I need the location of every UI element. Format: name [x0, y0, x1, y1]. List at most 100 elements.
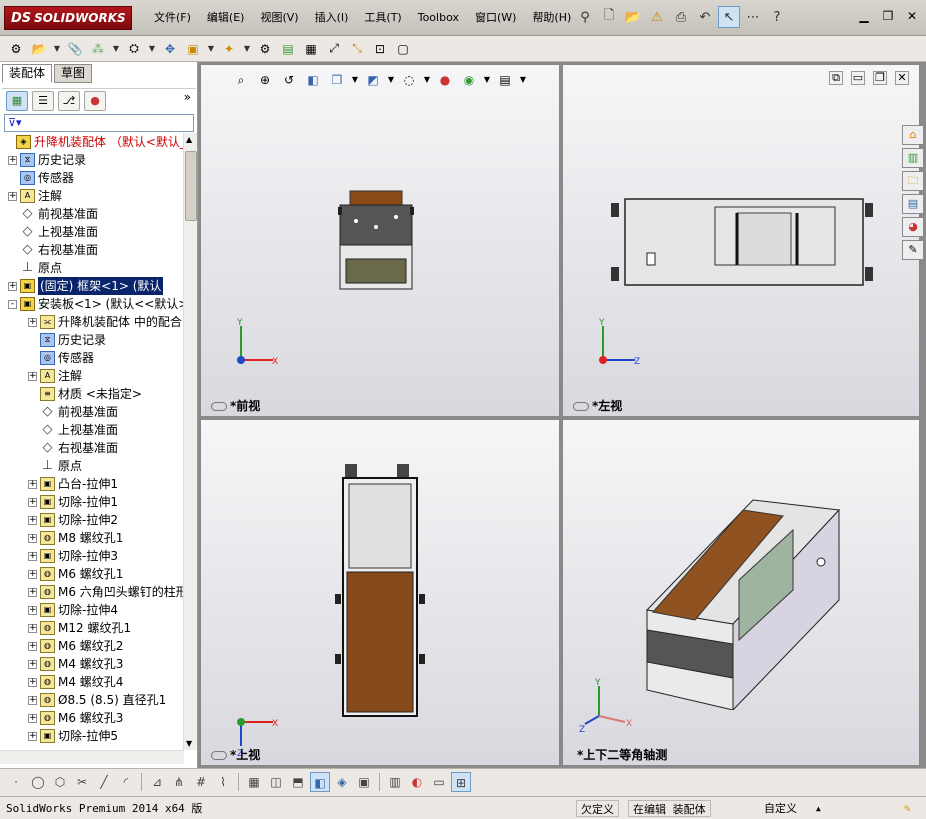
undo-icon[interactable]: ↶ [694, 6, 716, 28]
tree-item[interactable]: ◎ 传感器 [0, 349, 184, 367]
smart-fastener-icon[interactable]: ⛭ [124, 39, 144, 59]
edit-appearance-icon[interactable]: ● [435, 71, 455, 89]
link-views-icon[interactable]: ⧉ [829, 71, 843, 85]
expand-icon[interactable]: + [28, 714, 37, 723]
expand-icon[interactable]: + [28, 696, 37, 705]
tree-item[interactable]: + ◍ Ø8.5 (8.5) 直径孔1 [0, 691, 184, 709]
units-menu-icon[interactable]: ▲ [812, 800, 825, 817]
design-library-icon[interactable]: ▥ [902, 148, 924, 168]
scroll-down-icon[interactable]: ▼ [186, 739, 192, 748]
explode-line-icon[interactable]: ⤡ [347, 39, 367, 59]
featuremanager-icon[interactable]: ▦ [6, 90, 28, 111]
restore-view-icon[interactable]: ❐ [873, 71, 887, 85]
tree-vertical-scrollbar[interactable]: ▲ ▼ [183, 133, 197, 750]
layout-icon[interactable]: ▣ [354, 772, 374, 792]
home-icon[interactable]: ⌂ [902, 125, 924, 145]
zoom-area-icon[interactable]: ⊕ [255, 71, 275, 89]
tree-item[interactable]: + ◍ M6 螺纹孔1 [0, 565, 184, 583]
configurationmanager-icon[interactable]: ⎇ [58, 90, 80, 111]
tree-item[interactable]: + ◍ M6 螺纹孔2 [0, 637, 184, 655]
expand-icon[interactable]: + [28, 498, 37, 507]
trim-icon[interactable]: ✂ [72, 772, 92, 792]
single-view-icon[interactable]: ▭ [429, 772, 449, 792]
tree-item[interactable]: + ▣ 凸台-拉伸1 [0, 475, 184, 493]
custom-properties-icon[interactable]: ✎ [902, 240, 924, 260]
open-icon[interactable]: 📂 [622, 6, 644, 28]
tree-item[interactable]: ◎ 传感器 [0, 169, 184, 187]
section-icon[interactable]: ▥ [385, 772, 405, 792]
help-icon[interactable]: ? [766, 6, 788, 28]
apply-scene-icon[interactable]: ◉ [459, 71, 479, 89]
chevron-down-icon[interactable]: ▼ [206, 39, 216, 59]
tree-item[interactable]: + ◍ M4 螺纹孔3 [0, 655, 184, 673]
appearance-bar-icon[interactable]: ◐ [407, 772, 427, 792]
menu-toolbox[interactable]: Toolbox [410, 10, 467, 26]
offset-icon[interactable]: ⊿ [147, 772, 167, 792]
options-icon[interactable]: ⋯ [742, 6, 764, 28]
expand-icon[interactable]: + [28, 318, 37, 327]
expand-icon[interactable]: + [28, 660, 37, 669]
tree-item[interactable]: ◇ 前视基准面 [0, 403, 184, 421]
expand-icon[interactable]: + [28, 552, 37, 561]
cube-icon[interactable]: ◫ [266, 772, 286, 792]
tree-filter[interactable]: ⊽▾ [4, 114, 194, 132]
viewport-top[interactable]: X Z *上视 [200, 419, 560, 766]
link-icon[interactable] [211, 402, 227, 411]
expand-icon[interactable]: + [28, 606, 37, 615]
view-palette-icon[interactable]: ▤ [902, 194, 924, 214]
tab-assembly[interactable]: 装配体 [2, 64, 53, 83]
zoom-to-fit-icon[interactable]: ⌕ [231, 71, 251, 89]
expand-icon[interactable]: + [28, 570, 37, 579]
reference-geometry-icon[interactable]: ⚙ [255, 39, 275, 59]
top-view-model[interactable] [335, 464, 425, 720]
view-settings-icon[interactable]: ▤ [495, 71, 515, 89]
pin-icon[interactable]: ⚲ [574, 6, 596, 28]
expand-icon[interactable]: + [8, 192, 17, 201]
collapse-icon[interactable]: - [8, 300, 17, 309]
chevron-down-icon[interactable]: ▼ [242, 39, 252, 59]
expand-icon[interactable]: + [28, 642, 37, 651]
expand-panel-icon[interactable]: » [184, 90, 191, 104]
scroll-thumb[interactable] [185, 151, 197, 221]
viewport-isometric[interactable]: Y Z X *上下二等角轴测 [562, 419, 920, 766]
tree-item[interactable]: + ⫘ 升降机装配体 中的配合 [0, 313, 184, 331]
tree-item[interactable]: ◇ 前视基准面 [0, 205, 184, 223]
tree-item[interactable]: ⊥ 原点 [0, 259, 184, 277]
mirror-icon[interactable]: ⋔ [169, 772, 189, 792]
menu-window[interactable]: 窗口(W) [467, 10, 524, 26]
chevron-down-icon[interactable]: ▼ [52, 39, 62, 59]
box-icon[interactable]: ▦ [244, 772, 264, 792]
expand-icon[interactable]: + [28, 588, 37, 597]
bill-of-materials-icon[interactable]: ▦ [301, 39, 321, 59]
menu-view[interactable]: 视图(V) [252, 10, 306, 26]
tree-horizontal-scrollbar[interactable] [0, 750, 184, 764]
expand-icon[interactable]: + [28, 516, 37, 525]
expand-icon[interactable]: + [28, 732, 37, 741]
propertymanager-icon[interactable]: ☰ [32, 90, 54, 111]
restore-icon[interactable]: ❐ [880, 8, 896, 24]
tab-sketch[interactable]: 草图 [54, 64, 93, 83]
tree-item[interactable]: + ⧖ 历史记录 [0, 151, 184, 169]
tree-item[interactable]: ≡ 材质 <未指定> [0, 385, 184, 403]
pattern-icon[interactable]: ⁂ [88, 39, 108, 59]
mate-icon[interactable]: 📎 [65, 39, 85, 59]
four-view-icon[interactable]: ⊞ [451, 771, 471, 792]
tree-item[interactable]: + A 注解 [0, 367, 184, 385]
tree-item[interactable]: + ▣ (固定) 框架<1> (默认 [0, 277, 184, 295]
chevron-down-icon[interactable]: ▼ [147, 39, 157, 59]
move-component-icon[interactable]: ✥ [160, 39, 180, 59]
viewport-left[interactable]: ⧉ ▭ ❐ ✕ Y Z *左视 [562, 64, 920, 417]
expand-icon[interactable]: + [28, 678, 37, 687]
quick-tips-icon[interactable]: ✎ [900, 800, 915, 817]
expand-icon[interactable]: + [28, 480, 37, 489]
grid-icon[interactable]: # [191, 772, 211, 792]
tree-item[interactable]: - ▣ 安装板<1> (默认<<默认>_ [0, 295, 184, 313]
insert-component-icon[interactable]: 📂 [29, 39, 49, 59]
chevron-down-icon[interactable]: ▼ [483, 71, 491, 89]
isometric-view-model[interactable] [643, 480, 843, 710]
appearances-icon[interactable]: ◕ [902, 217, 924, 237]
chevron-down-icon[interactable]: ▼ [351, 71, 359, 89]
expand-icon[interactable]: + [28, 372, 37, 381]
solidworks-logo[interactable]: DS SOLIDWORKS [4, 6, 132, 30]
link-icon[interactable] [211, 751, 227, 760]
